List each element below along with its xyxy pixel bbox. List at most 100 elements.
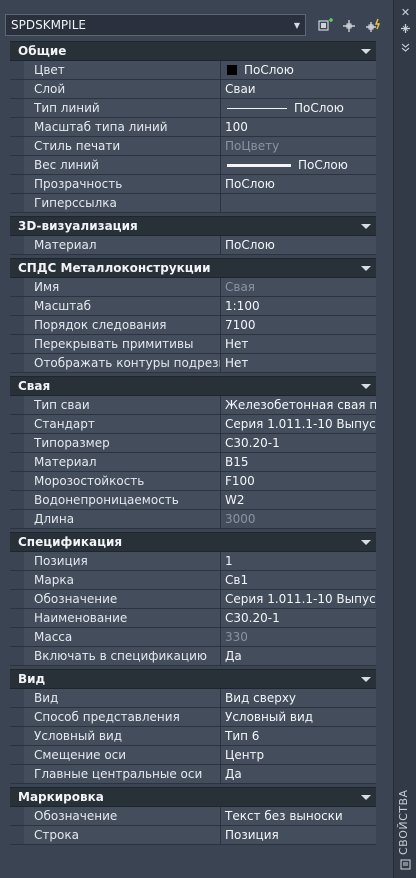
property-name: Водонепроницаемость <box>24 491 221 509</box>
property-value[interactable]: 1:100 <box>221 297 376 315</box>
property-value[interactable]: ПоСлою <box>221 175 376 193</box>
property-value-text: Серия 1.011.1-10 Выпус... <box>225 417 376 431</box>
collapse-toggle-icon[interactable] <box>356 383 376 389</box>
property-row[interactable]: Способ представления Условный вид <box>10 708 376 727</box>
category-header[interactable]: 3D-визуализация <box>10 216 376 236</box>
property-value[interactable]: ПоСлою <box>221 156 376 174</box>
category-header[interactable]: Маркировка <box>10 787 376 807</box>
collapse-toggle-icon[interactable] <box>356 794 376 800</box>
property-row[interactable]: Стандарт Серия 1.011.1-10 Выпус... <box>10 415 376 434</box>
property-row[interactable]: Марка Св1 <box>10 571 376 590</box>
collapse-toggle-icon[interactable] <box>356 265 376 271</box>
property-row[interactable]: Водонепроницаемость W2 <box>10 491 376 510</box>
property-row[interactable]: Прозрачность ПоСлою <box>10 175 376 194</box>
property-value[interactable]: С30.20-1 <box>221 609 376 627</box>
property-value[interactable]: Позиция <box>221 826 376 844</box>
property-value[interactable]: Центр <box>221 746 376 764</box>
property-value[interactable]: Вид сверху <box>221 689 376 707</box>
select-objects-icon[interactable] <box>339 16 359 36</box>
toggle-pickadd-icon[interactable] <box>364 16 384 36</box>
property-value[interactable]: Нет <box>221 335 376 353</box>
category-header[interactable]: Спецификация <box>10 532 376 552</box>
settings-icon[interactable] <box>399 40 412 53</box>
property-row[interactable]: Вес линий ПоСлою <box>10 156 376 175</box>
property-value[interactable]: F100 <box>221 472 376 490</box>
property-value[interactable]: С30.20-1 <box>221 434 376 452</box>
property-row[interactable]: Смещение оси Центр <box>10 746 376 765</box>
property-row[interactable]: Стиль печати ПоЦвету <box>10 137 376 156</box>
property-row[interactable]: Обозначение Текст без выноски <box>10 807 376 826</box>
property-row[interactable]: Порядок следования 7100 <box>10 316 376 335</box>
property-value[interactable] <box>221 194 376 212</box>
property-value[interactable]: 1 <box>221 552 376 570</box>
property-value[interactable]: ПоСлою <box>221 236 376 254</box>
property-value-text: Текст без выноски <box>225 809 343 823</box>
property-value[interactable]: Да <box>221 647 376 665</box>
palette-menu-icon[interactable] <box>399 858 412 871</box>
property-row[interactable]: Условный вид Тип 6 <box>10 727 376 746</box>
collapse-toggle-icon[interactable] <box>356 223 376 229</box>
property-value[interactable]: Серия 1.011.1-10 Выпус... <box>221 415 376 433</box>
property-value[interactable]: В15 <box>221 453 376 471</box>
category-header[interactable]: Общие <box>10 41 376 61</box>
property-value-text: Центр <box>225 748 265 762</box>
property-row[interactable]: Гиперссылка <box>10 194 376 213</box>
property-value[interactable]: Условный вид <box>221 708 376 726</box>
property-value[interactable]: 100 <box>221 118 376 136</box>
quick-select-icon[interactable] <box>316 16 336 36</box>
category-header[interactable]: Свая <box>10 376 376 396</box>
property-value[interactable]: ПоСлою <box>221 61 376 79</box>
property-row[interactable]: Включать в спецификацию Да <box>10 647 376 666</box>
property-row[interactable]: Масштаб 1:100 <box>10 297 376 316</box>
pin-icon[interactable] <box>399 22 412 35</box>
close-icon[interactable]: ✕ <box>399 6 412 19</box>
property-value-text: 1:100 <box>225 299 260 313</box>
property-row[interactable]: Типоразмер С30.20-1 <box>10 434 376 453</box>
property-value[interactable]: Нет <box>221 354 376 372</box>
property-row[interactable]: Строка Позиция <box>10 826 376 845</box>
collapse-toggle-icon[interactable] <box>356 48 376 54</box>
property-row[interactable]: Главные центральные оси Да <box>10 765 376 784</box>
property-row[interactable]: Слой Сваи <box>10 80 376 99</box>
property-name: Масштаб <box>24 297 221 315</box>
property-row[interactable]: Тип сваи Железобетонная свая п... <box>10 396 376 415</box>
object-type-dropdown[interactable]: SPDSKMPILE ▼ <box>5 14 306 36</box>
property-value[interactable]: Серия 1.011.1-10 Выпус... <box>221 590 376 608</box>
property-value-text: С30.20-1 <box>225 436 280 450</box>
row-gutter <box>10 826 24 844</box>
property-value[interactable]: Текст без выноски <box>221 807 376 825</box>
property-name: Длина <box>24 510 221 528</box>
property-row[interactable]: Перекрывать примитивы Нет <box>10 335 376 354</box>
property-row[interactable]: Наименование С30.20-1 <box>10 609 376 628</box>
property-value[interactable]: Сваи <box>221 80 376 98</box>
property-row[interactable]: Морозостойкость F100 <box>10 472 376 491</box>
property-value[interactable]: Тип 6 <box>221 727 376 745</box>
property-value[interactable]: Железобетонная свая п... <box>221 396 376 414</box>
property-name: Тип сваи <box>24 396 221 414</box>
property-name: Имя <box>24 278 221 296</box>
property-value[interactable]: ПоСлою <box>221 99 376 117</box>
collapse-toggle-icon[interactable] <box>356 676 376 682</box>
property-row[interactable]: Вид Вид сверху <box>10 689 376 708</box>
property-row[interactable]: Отображать контуры подрезки Нет <box>10 354 376 373</box>
property-row[interactable]: Материал В15 <box>10 453 376 472</box>
property-row[interactable]: Тип линий ПоСлою <box>10 99 376 118</box>
category-header[interactable]: СПДС Металлоконструкции <box>10 258 376 278</box>
property-value[interactable]: W2 <box>221 491 376 509</box>
property-row[interactable]: Масса 330 <box>10 628 376 647</box>
property-value[interactable]: 7100 <box>221 316 376 334</box>
property-value[interactable]: Св1 <box>221 571 376 589</box>
property-row[interactable]: Позиция 1 <box>10 552 376 571</box>
property-row[interactable]: Масштаб типа линий 100 <box>10 118 376 137</box>
collapse-toggle-icon[interactable] <box>356 539 376 545</box>
row-gutter <box>10 61 24 79</box>
property-row[interactable]: Материал ПоСлою <box>10 236 376 255</box>
category-header[interactable]: Вид <box>10 669 376 689</box>
property-row[interactable]: Обозначение Серия 1.011.1-10 Выпус... <box>10 590 376 609</box>
property-row[interactable]: Имя Свая <box>10 278 376 297</box>
property-row[interactable]: Длина 3000 <box>10 510 376 529</box>
property-value[interactable]: Да <box>221 765 376 783</box>
property-name: Вес линий <box>24 156 221 174</box>
property-row[interactable]: Цвет ПоСлою <box>10 61 376 80</box>
category-title: СПДС Металлоконструкции <box>18 261 211 275</box>
